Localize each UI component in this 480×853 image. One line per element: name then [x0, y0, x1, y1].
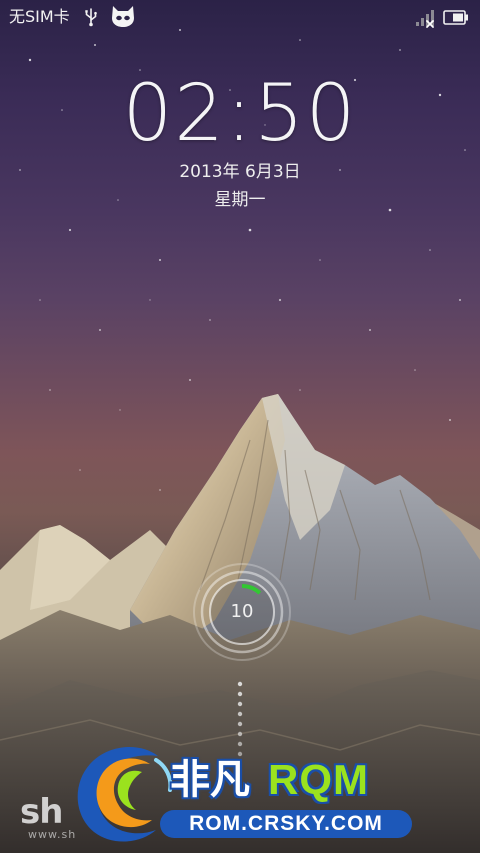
lock-screen: 无SIM卡 02:50 2013年 6月3日 星期一 10 sh www.sh … — [0, 0, 480, 853]
carrier-label: 无SIM卡 — [9, 7, 70, 26]
unlock-counter: 10 — [230, 601, 254, 622]
status-bar: 无SIM卡 — [0, 0, 480, 34]
watermark-brand-en: RQM — [268, 756, 369, 803]
lock-weekday: 星期一 — [214, 190, 266, 210]
unlock-handle[interactable]: 10 — [190, 560, 294, 664]
lock-clock: 02:50 — [122, 69, 358, 159]
watermark-shenduo-text: sh — [20, 792, 63, 832]
watermark-shenduo-url: www.sh — [28, 828, 77, 841]
watermark-domain: ROM.CRSKY.COM — [160, 810, 412, 838]
cyanogen-cat-icon — [112, 6, 134, 27]
lock-date: 2013年 6月3日 — [179, 162, 301, 182]
usb-icon — [85, 8, 97, 27]
slide-track-dots — [237, 681, 243, 757]
no-signal-icon — [416, 10, 434, 28]
watermark-brand-cn: 非凡 — [170, 757, 250, 803]
battery-icon — [443, 10, 468, 25]
